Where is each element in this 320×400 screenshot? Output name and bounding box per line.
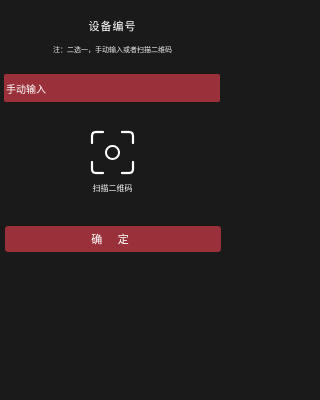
confirm-button-label: 确 定 xyxy=(91,233,135,246)
page-title: 设备编号 xyxy=(88,20,137,33)
scan-frame-icon xyxy=(90,130,135,175)
device-id-input-text: 手动输入 xyxy=(6,84,46,96)
scan-qr-label: 扫描二维码 xyxy=(92,184,133,193)
confirm-button[interactable]: 确 定 xyxy=(5,226,221,252)
scan-qr-button[interactable] xyxy=(90,130,135,175)
device-id-input[interactable]: 手动输入 xyxy=(4,74,220,102)
instruction-note: 注：二选一，手动输入或者扫描二维码 xyxy=(53,46,172,54)
